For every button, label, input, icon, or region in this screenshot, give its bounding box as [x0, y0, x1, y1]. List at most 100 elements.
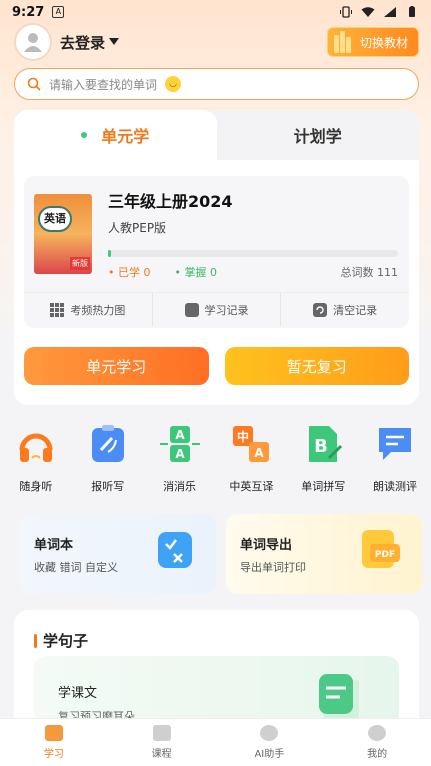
svg-text:B: B: [314, 436, 328, 457]
nav-label: 我的: [367, 749, 388, 760]
nav-study[interactable]: 学习: [0, 719, 108, 766]
pdf-icon: PDF: [362, 530, 400, 568]
action-label: 学习记录: [204, 303, 249, 317]
smile-emoji-icon: ◡: [165, 76, 182, 92]
headphones-icon: [19, 433, 53, 462]
bottom-navigation: 学习 课程 AI助手 我的: [0, 718, 431, 766]
vibrate-icon: [340, 6, 352, 18]
textbook-edition: 人教PEP版: [108, 221, 167, 235]
tab-label: 单元学: [101, 127, 150, 146]
record-icon: [184, 302, 199, 317]
lesson-icon: [319, 674, 359, 722]
tool-label: 报听写: [91, 480, 125, 493]
sentence-heading: 学句子: [43, 632, 89, 650]
search-bar[interactable]: 请输入要查找的单词 ◡: [14, 68, 419, 100]
translate-icon: 中A: [233, 426, 270, 462]
textbook-panel[interactable]: 英语 新版 三年级上册2024 人教PEP版 • 已学 0 • 掌握 0 总词数…: [24, 176, 409, 328]
nav-courses[interactable]: 课程: [108, 719, 216, 766]
total-stat: 总词数 111: [340, 266, 399, 279]
nav-ai-assistant[interactable]: AI助手: [216, 719, 324, 766]
battery-icon: [409, 6, 415, 17]
tool-label: 中英互译: [229, 480, 274, 493]
cover-label: 英语: [38, 206, 72, 232]
switch-textbook-button[interactable]: 切换教材: [326, 27, 419, 57]
progress-bar: [108, 250, 398, 257]
section-heading: 学句子: [34, 630, 88, 651]
clear-record-button[interactable]: 清空记录: [281, 293, 409, 326]
tool-spelling[interactable]: B 单词拼写: [287, 424, 359, 504]
nav-label: 学习: [43, 749, 64, 760]
textbook-cover: 英语 新版: [34, 194, 92, 274]
heatmap-button[interactable]: 考频热力图: [24, 293, 153, 326]
tab-label: 计划学: [293, 127, 342, 146]
avatar[interactable]: [14, 23, 52, 61]
action-label: 清空记录: [333, 303, 378, 317]
learned-stat: • 已学 0: [108, 266, 151, 279]
notification-icon: A: [52, 6, 65, 18]
tab-unit-study[interactable]: 单元学: [14, 110, 217, 160]
tool-read-aloud[interactable]: 朗读测评: [359, 424, 431, 504]
signal-icon: [384, 7, 396, 17]
export-card[interactable]: 单词导出 导出单词打印 PDF: [226, 514, 422, 594]
active-dot: [81, 132, 88, 138]
read-aloud-icon: [379, 428, 412, 460]
wifi-icon: [361, 7, 375, 17]
tab-plan-study[interactable]: 计划学: [217, 110, 420, 160]
status-icons: [339, 6, 419, 18]
svg-text:中: 中: [237, 429, 249, 444]
books-icon: [333, 31, 354, 53]
svg-text:A: A: [255, 446, 265, 460]
tool-row: 随身听 报听写 AA 消消乐 中A 中英互译 B 单词拼写 朗读测评: [0, 424, 431, 504]
tool-label: 朗读测评: [373, 480, 418, 493]
dictation-icon: [91, 425, 124, 462]
review-button[interactable]: 暂无复习: [224, 347, 409, 385]
sentence-section: 学句子 学课文 复习预习磨耳朵: [14, 610, 419, 730]
grid-icon: [50, 302, 65, 317]
wordbook-card[interactable]: 单词本 收藏 错词 自定义: [20, 514, 216, 594]
feature-cards: 单词本 收藏 错词 自定义 单词导出 导出单词打印 PDF: [20, 514, 431, 594]
svg-text:A: A: [175, 447, 185, 461]
tool-dictation[interactable]: 报听写: [72, 424, 144, 504]
course-icon: [152, 725, 171, 741]
wordbook-icon: [158, 532, 192, 568]
cover-tag: 新版: [70, 257, 90, 270]
profile-icon: [368, 725, 387, 741]
tool-label: 消消乐: [163, 480, 197, 493]
nav-label: AI助手: [254, 749, 285, 760]
user-icon: [24, 33, 42, 52]
spelling-icon: B: [309, 426, 343, 462]
status-bar: 9:27 A: [0, 0, 431, 24]
progress-fill: [108, 250, 111, 257]
switch-label: 切换教材: [359, 35, 408, 50]
study-buttons: 单元学习 暂无复习: [24, 347, 409, 385]
textbook-actions: 考频热力图 学习记录 清空记录: [24, 292, 409, 326]
tool-match[interactable]: AA 消消乐: [144, 424, 216, 504]
match-game-icon: AA: [159, 426, 200, 462]
word-stats: • 已学 0 • 掌握 0 总词数 111: [108, 264, 398, 280]
textbook-title: 三年级上册2024: [108, 192, 233, 211]
tool-label: 随身听: [19, 480, 53, 493]
action-label: 考频热力图: [70, 303, 126, 317]
heading-accent-bar: [34, 633, 37, 648]
caret-down-icon: [109, 38, 120, 45]
mastered-stat: • 掌握 0: [174, 266, 218, 279]
book-open-icon: [44, 725, 63, 741]
search-icon: [27, 77, 41, 91]
tool-label: 单词拼写: [301, 480, 346, 493]
nav-label: 课程: [151, 749, 172, 760]
refresh-icon: [313, 302, 328, 317]
unit-study-button[interactable]: 单元学习: [24, 347, 209, 385]
tool-translate[interactable]: 中A 中英互译: [215, 424, 287, 504]
login-label: 去登录: [60, 33, 106, 52]
status-time: 9:27: [12, 4, 45, 20]
search-placeholder: 请输入要查找的单词: [49, 77, 158, 92]
robot-icon: [260, 725, 279, 741]
tool-listen[interactable]: 随身听: [0, 424, 72, 504]
login-button[interactable]: 去登录: [60, 32, 120, 53]
lesson-title: 学课文: [58, 686, 98, 701]
study-record-button[interactable]: 学习记录: [153, 293, 282, 326]
top-header: 去登录 切换教材: [14, 22, 419, 62]
study-tabs: 单元学 计划学: [14, 110, 419, 160]
svg-text:PDF: PDF: [375, 550, 395, 560]
nav-profile[interactable]: 我的: [323, 719, 431, 766]
